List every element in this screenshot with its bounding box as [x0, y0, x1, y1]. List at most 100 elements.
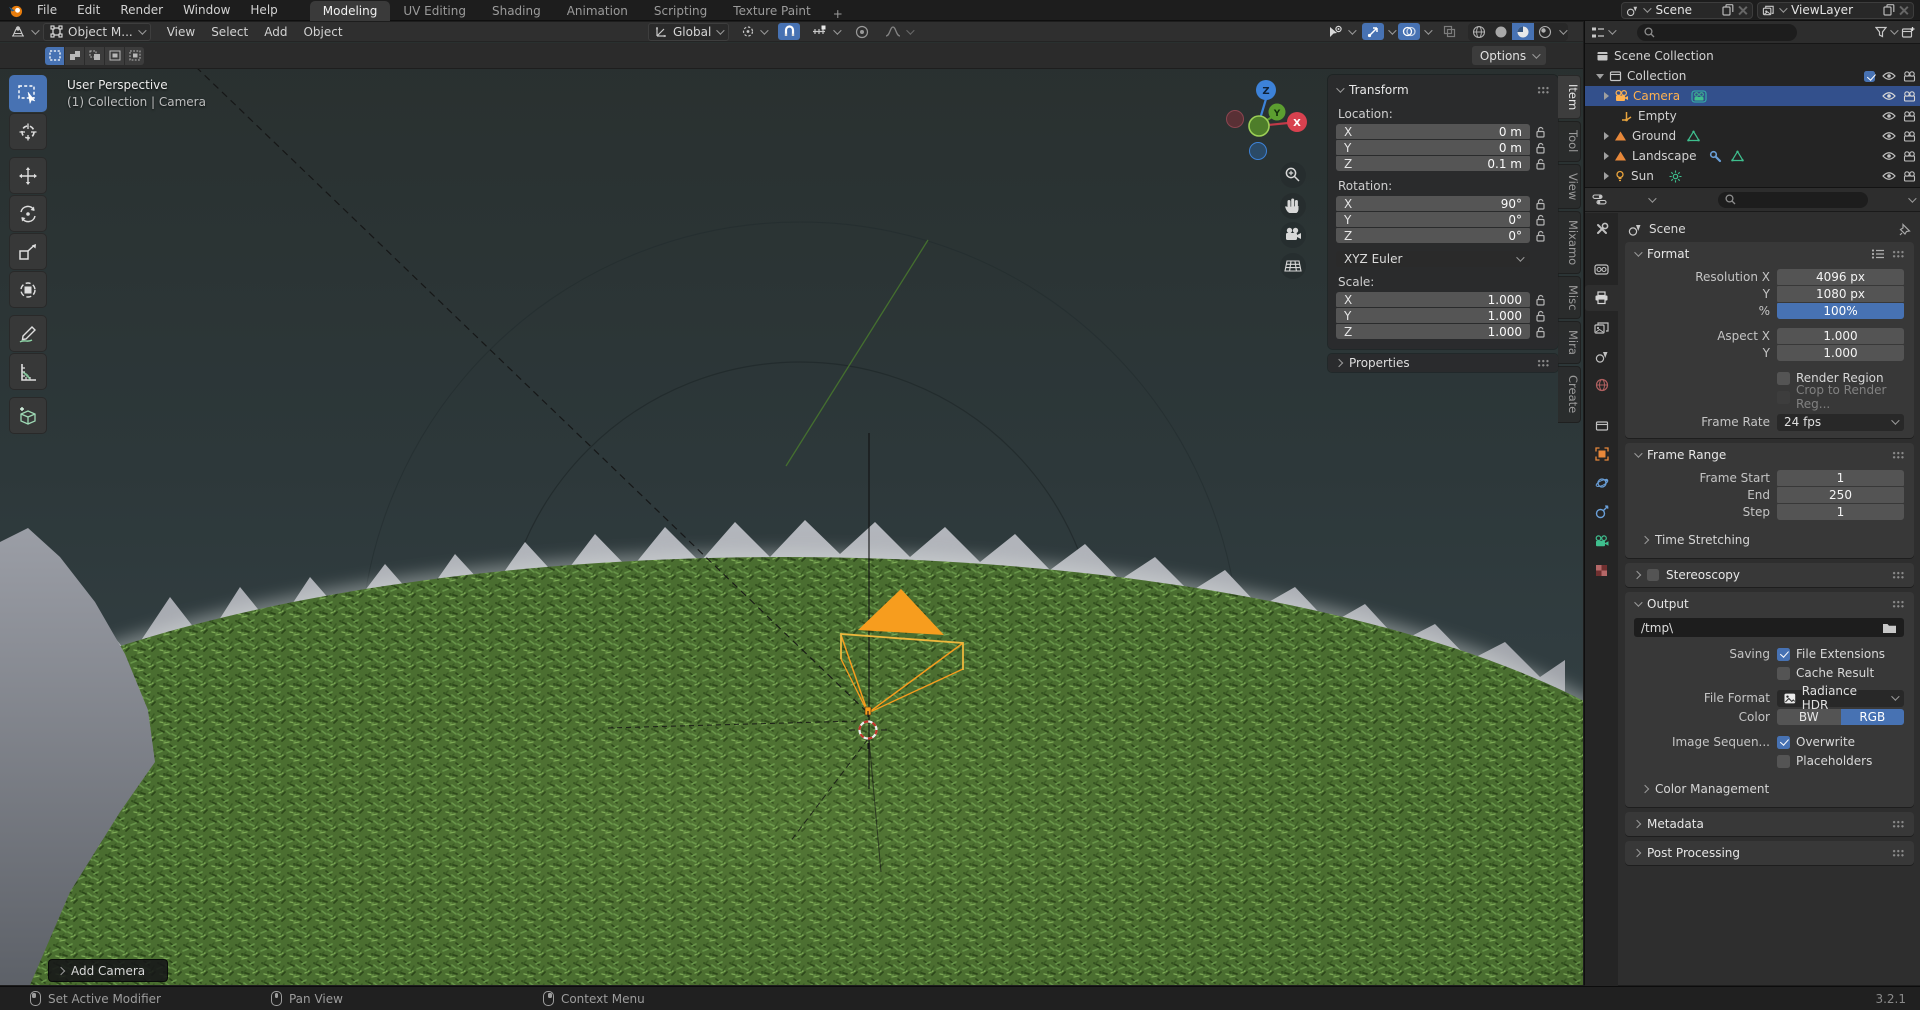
eye-icon[interactable] [1882, 131, 1896, 141]
panel-stereoscopy-header[interactable]: Stereoscopy [1625, 563, 1914, 587]
viewport-3d[interactable]: Z Y X User Perspective (1) Collection | … [0, 42, 1583, 985]
tab-collection[interactable] [1585, 412, 1618, 438]
object-visibility-dropdown[interactable] [1322, 23, 1360, 41]
tool-transform[interactable] [9, 271, 47, 308]
color-bw-button[interactable]: BW [1777, 709, 1841, 725]
workspace-tab-texture-paint[interactable]: Texture Paint [720, 1, 823, 21]
workspace-tab-animation[interactable]: Animation [554, 1, 641, 21]
drag-handle-icon[interactable] [1892, 451, 1905, 459]
properties-editor-icon[interactable] [1592, 193, 1607, 206]
frame-rate-dropdown[interactable]: 24 fps [1777, 413, 1904, 431]
disclosure-right-icon[interactable] [1604, 152, 1609, 160]
properties-panel-header[interactable]: Properties [1328, 354, 1558, 372]
sidebar-tab-tool[interactable]: Tool [1558, 121, 1581, 162]
resolution-y-field[interactable]: 1080 px [1777, 286, 1904, 302]
scene-collection-name[interactable]: Scene Collection [1614, 49, 1714, 63]
gizmo-dropdown[interactable] [1386, 23, 1397, 41]
workspace-tab-shading[interactable]: Shading [479, 1, 554, 21]
viewlayer-selector[interactable]: ViewLayer [1757, 1, 1914, 19]
disclosure-down-icon[interactable] [1596, 73, 1604, 79]
lock-open-icon[interactable] [1535, 230, 1546, 242]
outliner-row-collection[interactable]: Collection [1585, 66, 1920, 86]
tab-output[interactable] [1585, 285, 1618, 311]
tab-render[interactable] [1585, 256, 1618, 282]
tab-camera-data[interactable] [1585, 528, 1618, 554]
lock-open-icon[interactable] [1535, 142, 1546, 154]
tab-constraints[interactable] [1585, 499, 1618, 525]
tab-scene[interactable] [1585, 343, 1618, 369]
sidebar-tab-misc[interactable]: Misc [1558, 276, 1581, 320]
collection-checkbox[interactable] [1864, 70, 1875, 82]
shading-solid-button[interactable] [1490, 23, 1512, 40]
object-name[interactable]: Sun [1631, 169, 1654, 183]
add-workspace-button[interactable]: + [824, 7, 852, 21]
render-visibility-icon[interactable] [1903, 110, 1916, 122]
zoom-button[interactable] [1280, 162, 1306, 188]
show-overlays-toggle[interactable] [1398, 23, 1420, 40]
snap-toggle[interactable] [778, 23, 801, 40]
aspect-y-field[interactable]: 1.000 [1777, 345, 1904, 361]
tab-view-layer[interactable] [1585, 314, 1618, 340]
tab-object[interactable] [1585, 441, 1618, 467]
menu-edit[interactable]: Edit [67, 0, 110, 21]
outliner-row-ground[interactable]: Ground [1585, 126, 1920, 146]
tool-scale[interactable] [9, 233, 47, 270]
scale-x-field[interactable]: X 1.000 [1336, 292, 1530, 307]
shading-material-button[interactable] [1512, 23, 1534, 40]
eye-icon[interactable] [1882, 171, 1896, 181]
ortho-toggle-button[interactable] [1280, 253, 1306, 279]
subpanel-time-stretching[interactable]: Time Stretching [1633, 530, 1914, 550]
lock-open-icon[interactable] [1535, 214, 1546, 226]
outliner-row-camera[interactable]: Camera [1585, 86, 1920, 106]
menu-render[interactable]: Render [110, 0, 173, 21]
properties-search[interactable] [1717, 191, 1868, 208]
xray-toggle[interactable] [1438, 23, 1460, 40]
object-name[interactable]: Camera [1633, 89, 1680, 103]
pin-icon[interactable] [1899, 222, 1911, 236]
menu-help[interactable]: Help [240, 0, 287, 21]
drag-handle-icon[interactable] [1537, 86, 1550, 94]
render-visibility-icon[interactable] [1903, 90, 1916, 102]
workspace-tab-uv-editing[interactable]: UV Editing [390, 1, 479, 21]
eye-icon[interactable] [1882, 71, 1896, 81]
render-visibility-icon[interactable] [1903, 130, 1916, 142]
rotation-x-field[interactable]: X 90° [1336, 196, 1530, 211]
tool-add-cube[interactable] [9, 397, 47, 434]
select-mode-extend[interactable] [65, 46, 84, 65]
sidebar-tab-create[interactable]: Create [1558, 366, 1581, 423]
snap-target-dropdown[interactable] [806, 23, 845, 41]
tool-select-box[interactable] [9, 75, 47, 112]
shading-rendered-button[interactable] [1534, 23, 1556, 40]
workspace-tab-scripting[interactable]: Scripting [641, 1, 720, 21]
disclosure-right-icon[interactable] [1604, 92, 1609, 100]
disclosure-right-icon[interactable] [1604, 132, 1609, 140]
sidebar-tab-item[interactable]: Item [1558, 75, 1581, 120]
file-format-dropdown[interactable]: Radiance HDR [1777, 684, 1904, 712]
aspect-x-field[interactable]: 1.000 [1777, 328, 1904, 344]
tool-move[interactable] [9, 157, 47, 194]
resolution-percent-slider[interactable]: 100% [1777, 303, 1904, 319]
lock-open-icon[interactable] [1535, 198, 1546, 210]
shading-dropdown[interactable] [1556, 23, 1568, 41]
close-icon[interactable] [1899, 5, 1909, 15]
proportional-editing-toggle[interactable] [851, 23, 873, 40]
color-rgb-button[interactable]: RGB [1840, 709, 1904, 725]
frame-step-field[interactable]: 1 [1777, 504, 1904, 520]
tab-world[interactable] [1585, 372, 1618, 398]
drag-handle-icon[interactable] [1892, 571, 1905, 579]
outliner-filter[interactable] [1875, 26, 1899, 38]
breadcrumb-scene[interactable]: Scene [1649, 222, 1686, 236]
resolution-x-field[interactable]: 4096 px [1777, 269, 1904, 285]
disclosure-right-icon[interactable] [1604, 172, 1609, 180]
outliner-display-mode[interactable] [1591, 26, 1617, 39]
viewlayer-name[interactable]: ViewLayer [1789, 3, 1879, 17]
render-visibility-icon[interactable] [1903, 170, 1916, 182]
panel-format-header[interactable]: Format [1625, 242, 1914, 266]
tab-texture[interactable] [1585, 557, 1618, 583]
drag-handle-icon[interactable] [1892, 820, 1905, 828]
transform-panel-header[interactable]: Transform [1336, 81, 1550, 99]
select-mode-subtract[interactable] [85, 46, 104, 65]
outliner-search[interactable] [1637, 23, 1797, 41]
menu-window[interactable]: Window [173, 0, 240, 21]
presets-icon[interactable] [1871, 248, 1885, 260]
